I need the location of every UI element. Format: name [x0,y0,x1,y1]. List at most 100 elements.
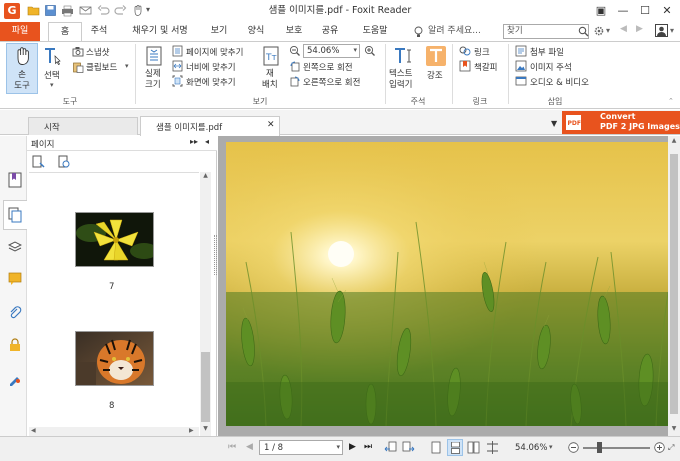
zoom-in-icon[interactable] [364,45,376,57]
pages-panel-hscrollbar[interactable]: ◀ ▶ [29,427,199,436]
scroll-left-icon[interactable]: ◀ [31,427,36,434]
tab-help[interactable]: 도움말 [355,22,395,41]
comments-panel-icon[interactable] [8,272,22,286]
rotate-right-icon[interactable] [289,75,301,87]
bookmark-button[interactable]: 책갈피 [474,61,497,73]
page-number-input[interactable]: 1 / 8 ▾ [259,440,343,455]
image-annotation-button[interactable]: 이미지 주석 [530,61,572,73]
rotate-left-icon[interactable] [289,60,301,72]
document-vscrollbar[interactable]: ▲ ▼ [668,136,680,436]
tab-document[interactable]: 샘플 이미지를.pdf ✕ [140,116,280,136]
settings-gear-icon[interactable] [593,25,605,37]
audio-video-icon[interactable] [515,75,527,87]
page-options-icon[interactable] [32,155,45,169]
account-dropdown-icon[interactable]: ▾ [670,26,674,35]
tab-protect[interactable]: 보호 [278,22,310,41]
bookmarks-panel-icon[interactable] [8,172,22,188]
scroll-right-icon[interactable]: ▶ [189,427,194,434]
page-zoom-icon[interactable] [58,155,71,169]
clipboard-button[interactable]: 클립보드 [86,61,117,73]
snapshot-button[interactable]: 스냅샷 [86,46,109,58]
tab-view[interactable]: 보기 [203,22,235,41]
collapse-ribbon-icon[interactable]: ⌃ [668,97,674,105]
attachments-panel-icon[interactable] [8,306,22,320]
rotate-right-button[interactable]: 오른쪽으로 회전 [303,76,360,88]
camera-icon[interactable] [72,46,84,57]
first-page-button[interactable]: ⏮ [228,442,236,452]
next-view-icon[interactable] [402,441,415,454]
single-page-view-icon[interactable] [430,441,442,454]
tab-share[interactable]: 공유 [314,22,346,41]
tab-home[interactable]: 홈 [48,22,82,42]
image-annotation-icon[interactable] [515,60,527,72]
tab-list-dropdown-icon[interactable]: ▼ [551,119,557,128]
convert-promo-banner[interactable]: PDF Convert PDF 2 JPG Images [562,111,680,134]
fit-page-icon[interactable] [172,45,183,57]
zoom-slider-track[interactable] [583,447,650,449]
continuous-view-button[interactable] [447,439,463,456]
clipboard-icon[interactable] [72,61,84,73]
settings-dropdown-icon[interactable]: ▾ [606,26,610,35]
fit-width-icon[interactable] [172,60,183,72]
scroll-thumb[interactable] [201,352,210,422]
collapse-panel-icon[interactable]: ◂ [205,137,209,146]
tab-start[interactable]: 시작 [28,117,138,135]
zoom-menu-icon[interactable]: ▾ [549,443,553,451]
zoom-in-status-icon[interactable] [654,442,665,453]
maximize-button[interactable]: ☐ [634,0,656,22]
zoom-slider-thumb[interactable] [597,442,602,453]
close-button[interactable]: ✕ [656,0,678,22]
scroll-up-icon[interactable]: ▲ [200,172,211,179]
search-input[interactable]: 찾기 [503,24,589,39]
expand-panel-icon[interactable]: ▸▸ [190,137,198,146]
forward-nav-icon[interactable]: ▶ [636,24,643,34]
fullscreen-icon[interactable]: ⤢ [668,443,674,453]
pdf-page[interactable] [226,142,668,426]
tab-fill-sign[interactable]: 채우기 및 서명 [120,22,200,41]
doc-scroll-up-icon[interactable]: ▲ [668,137,680,144]
highlight-button[interactable]: 강조 [424,43,448,94]
bookmark-icon[interactable] [459,60,471,72]
attach-file-button[interactable]: 첨부 파일 [530,46,564,58]
ribbon-display-icon[interactable]: ▣ [590,0,612,22]
search-icon[interactable] [578,26,589,37]
hand-tool-button[interactable]: 손 도구 [6,43,38,94]
layers-panel-icon[interactable] [8,240,22,254]
last-page-button[interactable]: ⏭ [364,442,372,452]
security-lock-icon[interactable] [8,338,22,352]
back-nav-icon[interactable]: ◀ [620,24,627,34]
continuous-facing-view-icon[interactable] [486,441,499,454]
tell-me-input[interactable]: 알려 주세요... [428,22,481,41]
minimize-button[interactable]: — [612,0,634,22]
typewriter-button[interactable]: 텍스트 입력기 [388,43,420,94]
rotate-left-button[interactable]: 왼쪽으로 회전 [303,61,353,73]
tab-comment[interactable]: 주석 [83,22,115,41]
facing-view-icon[interactable] [467,441,480,454]
pages-panel-tab[interactable] [3,200,27,230]
close-tab-icon[interactable]: ✕ [267,120,275,130]
link-button[interactable]: 링크 [474,46,490,58]
doc-scroll-down-icon[interactable]: ▼ [668,425,680,432]
scroll-down-icon[interactable]: ▼ [200,425,211,432]
user-account-icon[interactable] [655,24,668,37]
zoom-out-icon[interactable] [289,45,301,57]
fit-visible-button[interactable]: 화면에 맞추기 [186,76,236,88]
fit-width-button[interactable]: 너비에 맞추기 [186,61,236,73]
pages-panel-scrollbar[interactable]: ▲ ▼ [200,172,211,436]
signatures-panel-icon[interactable] [8,372,22,386]
fit-page-button[interactable]: 페이지에 맞추기 [186,46,243,58]
link-icon[interactable] [459,45,471,57]
previous-page-button[interactable]: ◀ [246,442,253,452]
select-button[interactable]: 선택 ▾ [40,43,68,94]
attach-file-icon[interactable] [515,45,527,57]
reflow-button[interactable]: Tт 재 배치 [257,43,285,94]
panel-resize-handle[interactable] [214,235,217,275]
clipboard-dropdown-icon[interactable]: ▾ [125,62,129,70]
audio-video-button[interactable]: 오디오 & 비디오 [530,76,589,88]
next-page-button[interactable]: ▶ [349,442,356,452]
zoom-select[interactable]: 54.06% ▾ [303,44,360,58]
page-thumbnail-8[interactable] [75,331,154,386]
zoom-out-status-icon[interactable] [568,442,579,453]
page-thumbnail-7[interactable] [75,212,154,267]
tab-form[interactable]: 양식 [240,22,272,41]
